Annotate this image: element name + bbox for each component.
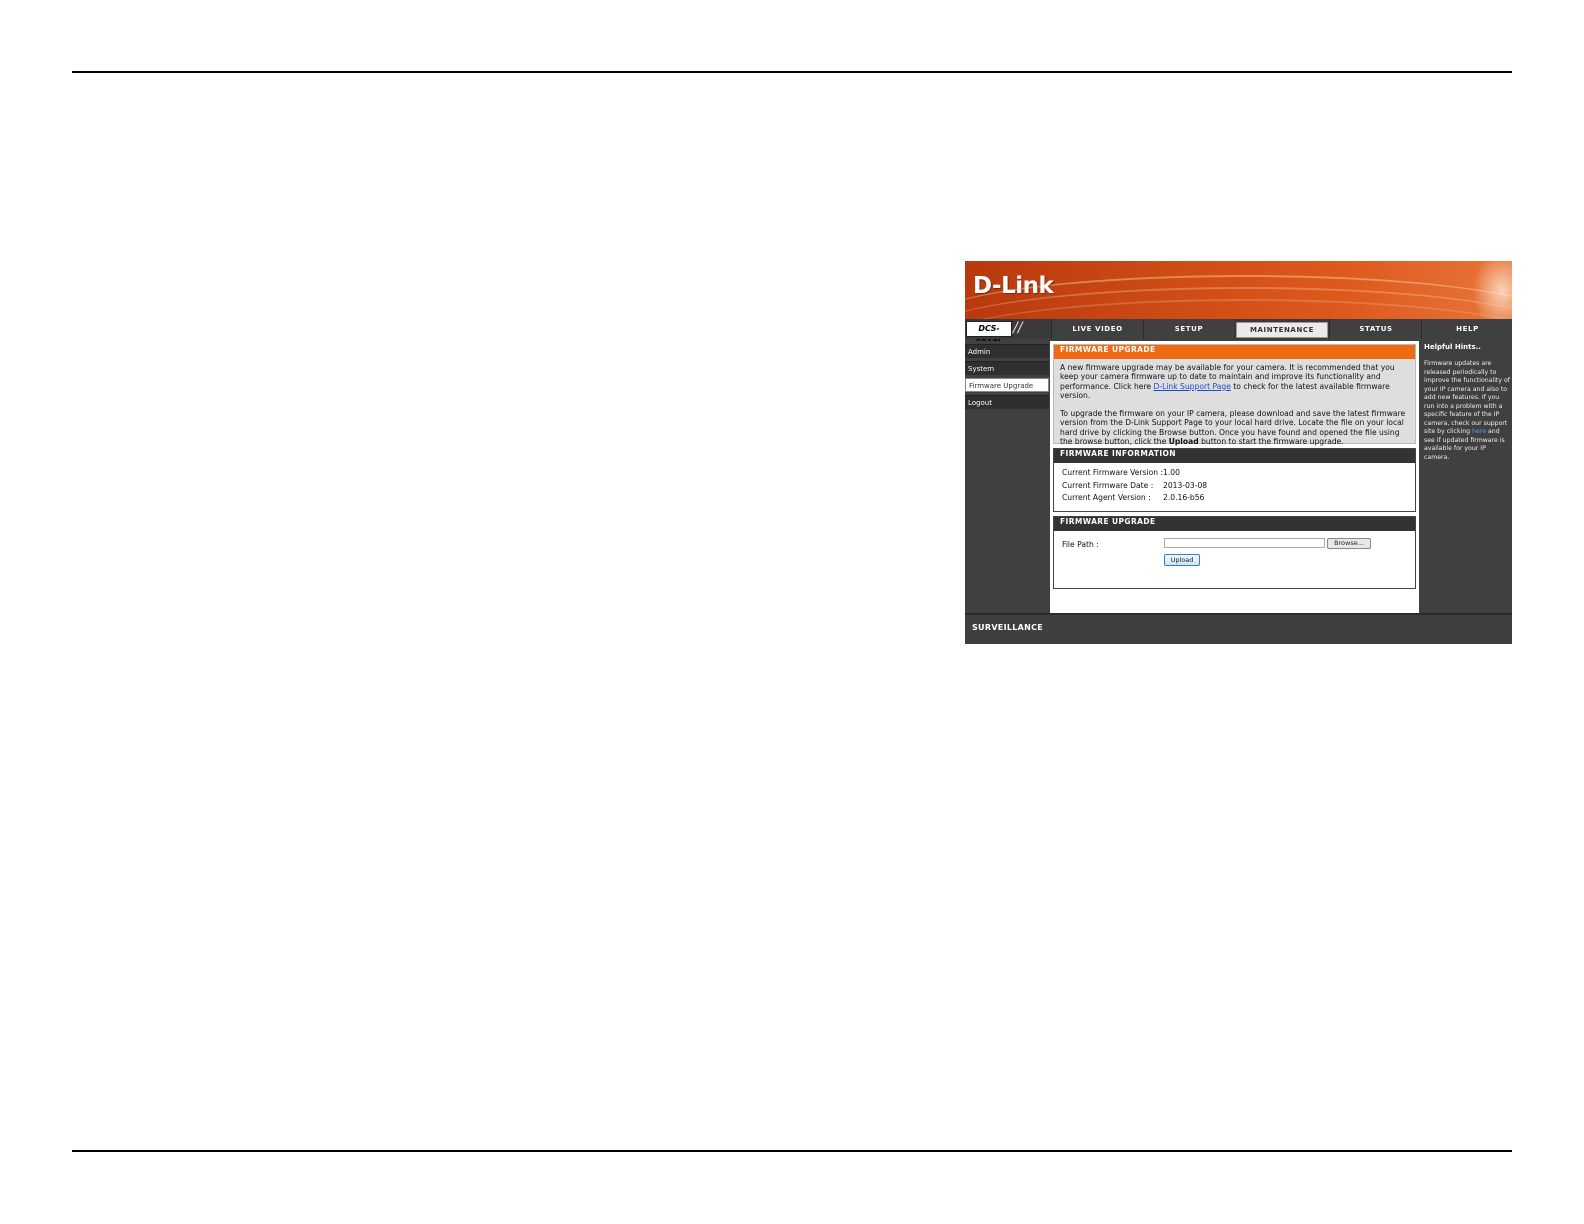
- info-value: 2013-03-08: [1163, 480, 1208, 490]
- browse-button[interactable]: Browse...: [1327, 538, 1371, 549]
- dlink-logo: D-Link: [973, 273, 1054, 299]
- model-slash-decoration: //: [1013, 320, 1023, 336]
- info-label: Current Agent Version :: [1062, 493, 1151, 502]
- page-bottom-rule: [72, 1150, 1512, 1152]
- info-value: 2.0.16-b56: [1163, 493, 1205, 502]
- banner-glow: [1472, 261, 1512, 319]
- footer-bar: SURVEILLANCE: [965, 613, 1512, 644]
- sidebar-item-logout[interactable]: Logout: [965, 395, 1049, 409]
- section-title: FIRMWARE UPGRADE: [1054, 517, 1415, 531]
- firmware-information-section: FIRMWARE INFORMATION Current Firmware Ve…: [1053, 448, 1416, 512]
- model-name: DCS-5010L: [966, 321, 1012, 347]
- file-path-label: File Path :: [1062, 540, 1099, 549]
- intro-text-part: button to start the firmware upgrade.: [1198, 437, 1344, 447]
- top-navigation: DCS-5010L // LIVE VIDEO SETUP MAINTENANC…: [965, 319, 1512, 347]
- header-banner: D-Link: [965, 261, 1512, 319]
- help-text-part: Firmware updates are released periodical…: [1424, 360, 1510, 435]
- firmware-upgrade-intro-section: FIRMWARE UPGRADE A new firmware upgrade …: [1053, 344, 1416, 446]
- upload-button[interactable]: Upload: [1164, 554, 1200, 566]
- main-content: FIRMWARE UPGRADE A new firmware upgrade …: [1050, 341, 1419, 613]
- tab-setup[interactable]: SETUP: [1143, 319, 1234, 339]
- info-row-agent-version: Current Agent Version : 2.0.16-b56: [1054, 491, 1415, 504]
- help-panel: Helpful Hints.. Firmware updates are rel…: [1421, 341, 1512, 613]
- help-text: Firmware updates are released periodical…: [1424, 360, 1511, 462]
- tab-maintenance[interactable]: MAINTENANCE: [1236, 322, 1328, 338]
- firmware-info-rows: Current Firmware Version : 1.00 Current …: [1054, 463, 1415, 504]
- surveillance-footer-label: SURVEILLANCE: [972, 623, 1044, 632]
- sidebar-item-firmware-upgrade[interactable]: Firmware Upgrade: [965, 378, 1049, 392]
- section-title: FIRMWARE INFORMATION: [1054, 449, 1415, 463]
- help-here-link[interactable]: here: [1472, 428, 1486, 435]
- camera-web-ui-screenshot: D-Link DCS-5010L // LIVE VIDEO SETUP MAI…: [965, 261, 1512, 644]
- support-page-link[interactable]: D-Link Support Page: [1154, 382, 1231, 391]
- page-top-rule: [72, 71, 1512, 73]
- sidebar-item-system[interactable]: System: [965, 361, 1049, 375]
- info-label: Current Firmware Version :: [1062, 468, 1164, 477]
- file-path-input[interactable]: [1164, 538, 1325, 548]
- upload-emphasis: Upload: [1168, 437, 1199, 447]
- info-value: 1.00: [1163, 468, 1180, 477]
- info-row-firmware-version: Current Firmware Version : 1.00: [1054, 466, 1415, 479]
- intro-paragraph-1: A new firmware upgrade may be available …: [1060, 363, 1409, 400]
- sidebar-item-admin[interactable]: Admin: [965, 344, 1049, 358]
- firmware-upgrade-form-section: FIRMWARE UPGRADE File Path : Browse... U…: [1053, 516, 1416, 589]
- help-title: Helpful Hints..: [1424, 343, 1481, 351]
- intro-text: A new firmware upgrade may be available …: [1054, 359, 1415, 446]
- tab-live-video[interactable]: LIVE VIDEO: [1051, 319, 1143, 339]
- info-label: Current Firmware Date :: [1062, 480, 1154, 490]
- tab-status[interactable]: STATUS: [1329, 319, 1422, 339]
- section-title: FIRMWARE UPGRADE: [1054, 345, 1415, 359]
- sidebar: Admin System Firmware Upgrade Logout: [965, 341, 1050, 613]
- info-row-firmware-date: Current Firmware Date : 2013-03-08: [1054, 479, 1415, 492]
- intro-paragraph-2: To upgrade the firmware on your IP camer…: [1060, 409, 1409, 446]
- tab-help[interactable]: HELP: [1421, 319, 1512, 339]
